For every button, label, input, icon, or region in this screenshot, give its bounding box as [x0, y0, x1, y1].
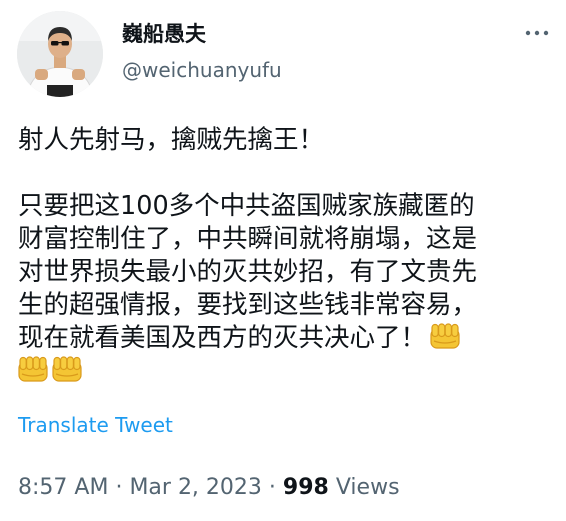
views-count: 998	[282, 475, 329, 500]
oncoming-fist-icon	[430, 323, 460, 349]
views-label: Views	[335, 475, 400, 500]
oncoming-fist-icon	[18, 356, 48, 382]
tweet-meta: 8:57 AM · Mar 2, 2023 · 998 Views	[18, 474, 400, 502]
tweet-text-line: 现在就看美国及西方的灭共决心了！	[18, 322, 548, 355]
oncoming-fist-icon	[52, 356, 82, 382]
meta-separator: ·	[115, 475, 123, 500]
display-name[interactable]: 巍船愚夫	[122, 20, 206, 48]
profile-photo-icon	[17, 11, 103, 97]
translate-tweet-link[interactable]: Translate Tweet	[18, 412, 173, 438]
meta-separator: ·	[268, 475, 276, 500]
tweet-card: 巍船愚夫 @weichuanyufu 射人先射马，擒贼先擒王！ 只要把这100多…	[0, 0, 566, 521]
tweet-text-line: 只要把这100多个中共盗国贼家族藏匿的	[18, 191, 475, 221]
tweet-text-segment: 现在就看美国及西方的灭共决心了！	[18, 323, 427, 353]
user-handle[interactable]: @weichuanyufu	[122, 57, 282, 83]
tweet-text-line: 对世界损失最小的灭共妙招，有了文贵先	[18, 257, 478, 287]
more-options-button[interactable]	[520, 18, 554, 48]
tweet-text: 射人先射马，擒贼先擒王！ 只要把这100多个中共盗国贼家族藏匿的 财富控制住了，…	[18, 124, 548, 388]
tweet-text-line: 财富控制住了，中共瞬间就将崩塌，这是	[18, 224, 478, 254]
avatar[interactable]	[17, 11, 103, 97]
tweet-text-line	[18, 355, 548, 388]
more-horizontal-icon	[525, 30, 549, 36]
tweet-text-line: 生的超强情报，要找到这些钱非常容易，	[18, 290, 478, 320]
tweet-date[interactable]: Mar 2, 2023	[129, 475, 261, 500]
tweet-time[interactable]: 8:57 AM	[18, 475, 108, 500]
tweet-text-line: 射人先射马，擒贼先擒王！	[18, 125, 325, 155]
